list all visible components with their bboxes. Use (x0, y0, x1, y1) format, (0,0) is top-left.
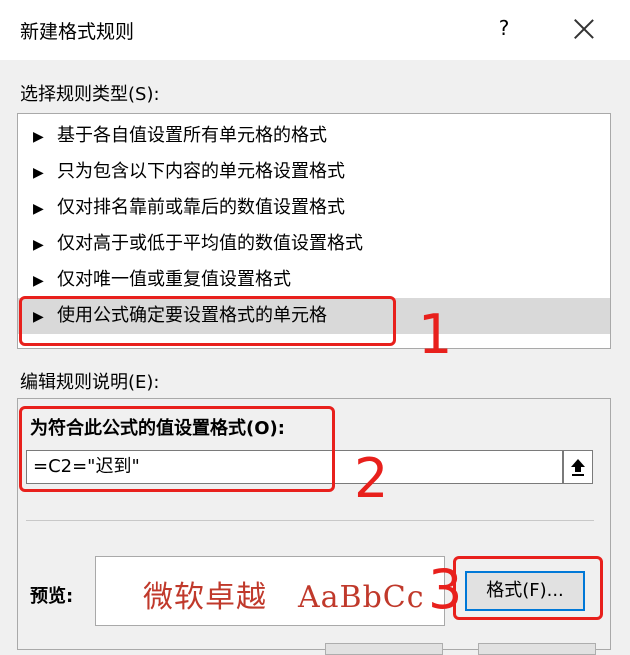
preview-label: 预览: (30, 586, 74, 607)
dialog-title: 新建格式规则 (20, 21, 135, 43)
play-arrow-icon: ▶ (33, 237, 44, 253)
play-arrow-icon: ▶ (33, 201, 44, 217)
close-icon[interactable] (571, 14, 597, 44)
collapse-dialog-icon (571, 459, 585, 476)
dialog-titlebar: 新建格式规则 ? (0, 0, 630, 60)
rule-item-label: 仅对排名靠前或靠后的数值设置格式 (57, 197, 345, 218)
divider (26, 520, 594, 521)
play-arrow-icon: ▶ (33, 165, 44, 181)
preview-sample-text: 微软卓越 AaBbCc (143, 580, 425, 615)
range-select-button[interactable] (563, 450, 593, 484)
help-button[interactable]: ? (492, 13, 516, 43)
annotation-box-3 (453, 556, 603, 620)
annotation-number-1: 1 (418, 303, 453, 366)
rule-item-label: 仅对高于或低于平均值的数值设置格式 (57, 233, 363, 254)
ok-button[interactable] (325, 643, 443, 655)
annotation-number-2: 2 (354, 447, 389, 510)
rule-item-label: 只为包含以下内容的单元格设置格式 (57, 161, 345, 182)
rule-item-label: 仅对唯一值或重复值设置格式 (57, 269, 291, 290)
rule-type-label: 选择规则类型(S): (20, 84, 160, 105)
annotation-box-1 (19, 296, 396, 346)
rule-item-label: 基于各自值设置所有单元格的格式 (57, 125, 327, 146)
annotation-number-3: 3 (428, 558, 463, 621)
rule-item-above-below-average[interactable]: ▶ 仅对高于或低于平均值的数值设置格式 (18, 226, 610, 262)
annotation-box-2 (19, 406, 335, 492)
rule-item-contains[interactable]: ▶ 只为包含以下内容的单元格设置格式 (18, 154, 610, 190)
cancel-button[interactable] (478, 643, 596, 655)
rule-item-unique-duplicate[interactable]: ▶ 仅对唯一值或重复值设置格式 (18, 262, 610, 298)
play-arrow-icon: ▶ (33, 129, 44, 145)
rule-desc-label: 编辑规则说明(E): (20, 372, 160, 393)
rule-item-each-value[interactable]: ▶ 基于各自值设置所有单元格的格式 (18, 118, 610, 154)
play-arrow-icon: ▶ (33, 273, 44, 289)
rule-item-top-bottom[interactable]: ▶ 仅对排名靠前或靠后的数值设置格式 (18, 190, 610, 226)
